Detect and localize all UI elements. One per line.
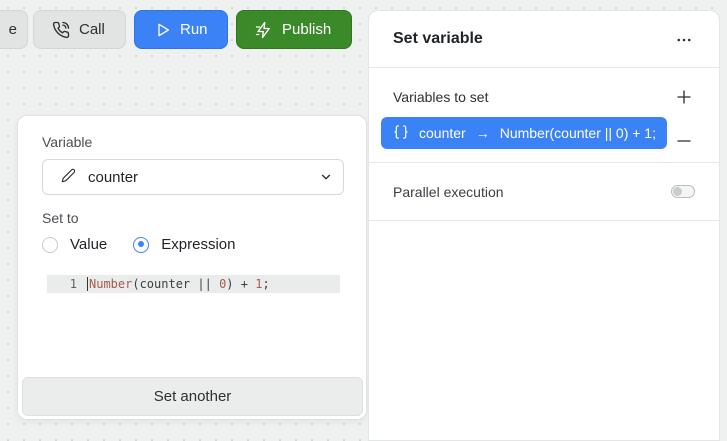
chip-expression: Number(counter || 0) + 1; xyxy=(499,125,656,141)
panel-title: Set variable xyxy=(393,30,483,47)
set-another-button[interactable]: Set another xyxy=(22,377,363,416)
run-button[interactable]: Run xyxy=(134,10,228,49)
set-to-label: Set to xyxy=(42,210,79,226)
pencil-icon xyxy=(61,168,76,187)
set-another-label: Set another xyxy=(153,388,232,405)
toolbar-partial-label: e xyxy=(8,21,17,38)
variable-select[interactable]: counter xyxy=(42,159,344,195)
expression-code: Number(counter || 0) + 1; xyxy=(87,277,270,291)
parallel-execution-label: Parallel execution xyxy=(393,184,504,200)
chevron-down-icon xyxy=(319,170,333,188)
minus-icon[interactable] xyxy=(675,132,693,155)
set-to-options: Value Expression xyxy=(42,236,235,253)
divider xyxy=(369,162,719,163)
arrow-right-icon: → xyxy=(475,125,490,141)
phone-call-icon xyxy=(52,21,70,39)
braces-icon xyxy=(393,124,409,143)
radio-value[interactable] xyxy=(42,236,58,253)
call-button[interactable]: Call xyxy=(33,10,126,49)
parallel-execution-toggle[interactable] xyxy=(671,185,695,198)
variable-assignment-chip[interactable]: counter → Number(counter || 0) + 1; xyxy=(381,117,667,149)
expression-editor[interactable]: 1 Number(counter || 0) + 1; xyxy=(47,275,340,293)
radio-expression-label: Expression xyxy=(161,236,236,253)
toolbar-partial-button[interactable]: e xyxy=(0,10,28,49)
publish-button[interactable]: Publish xyxy=(236,10,352,49)
code-token: ; xyxy=(262,277,270,291)
variable-select-value: counter xyxy=(88,168,139,186)
line-number: 1 xyxy=(69,277,77,291)
code-token: (counter || xyxy=(132,277,220,291)
call-button-label: Call xyxy=(79,21,105,38)
properties-panel: Set variable Variables to set counter → … xyxy=(368,10,720,441)
plus-icon[interactable] xyxy=(675,88,693,111)
set-variable-editor: Variable counter Set to Value Expression… xyxy=(17,115,367,420)
publish-button-label: Publish xyxy=(282,21,332,38)
radio-value-label: Value xyxy=(70,236,108,253)
radio-expression[interactable] xyxy=(133,236,150,253)
variables-section-title: Variables to set xyxy=(393,89,489,105)
lightning-icon xyxy=(255,21,273,39)
divider xyxy=(369,67,719,68)
code-token-function: Number xyxy=(89,277,133,291)
variable-label: Variable xyxy=(42,134,93,150)
run-button-label: Run xyxy=(180,21,208,38)
play-icon xyxy=(155,22,171,38)
code-token: ) + xyxy=(226,277,256,291)
divider xyxy=(369,220,719,221)
more-horizontal-icon[interactable] xyxy=(675,31,693,54)
chip-variable-name: counter xyxy=(419,125,466,141)
